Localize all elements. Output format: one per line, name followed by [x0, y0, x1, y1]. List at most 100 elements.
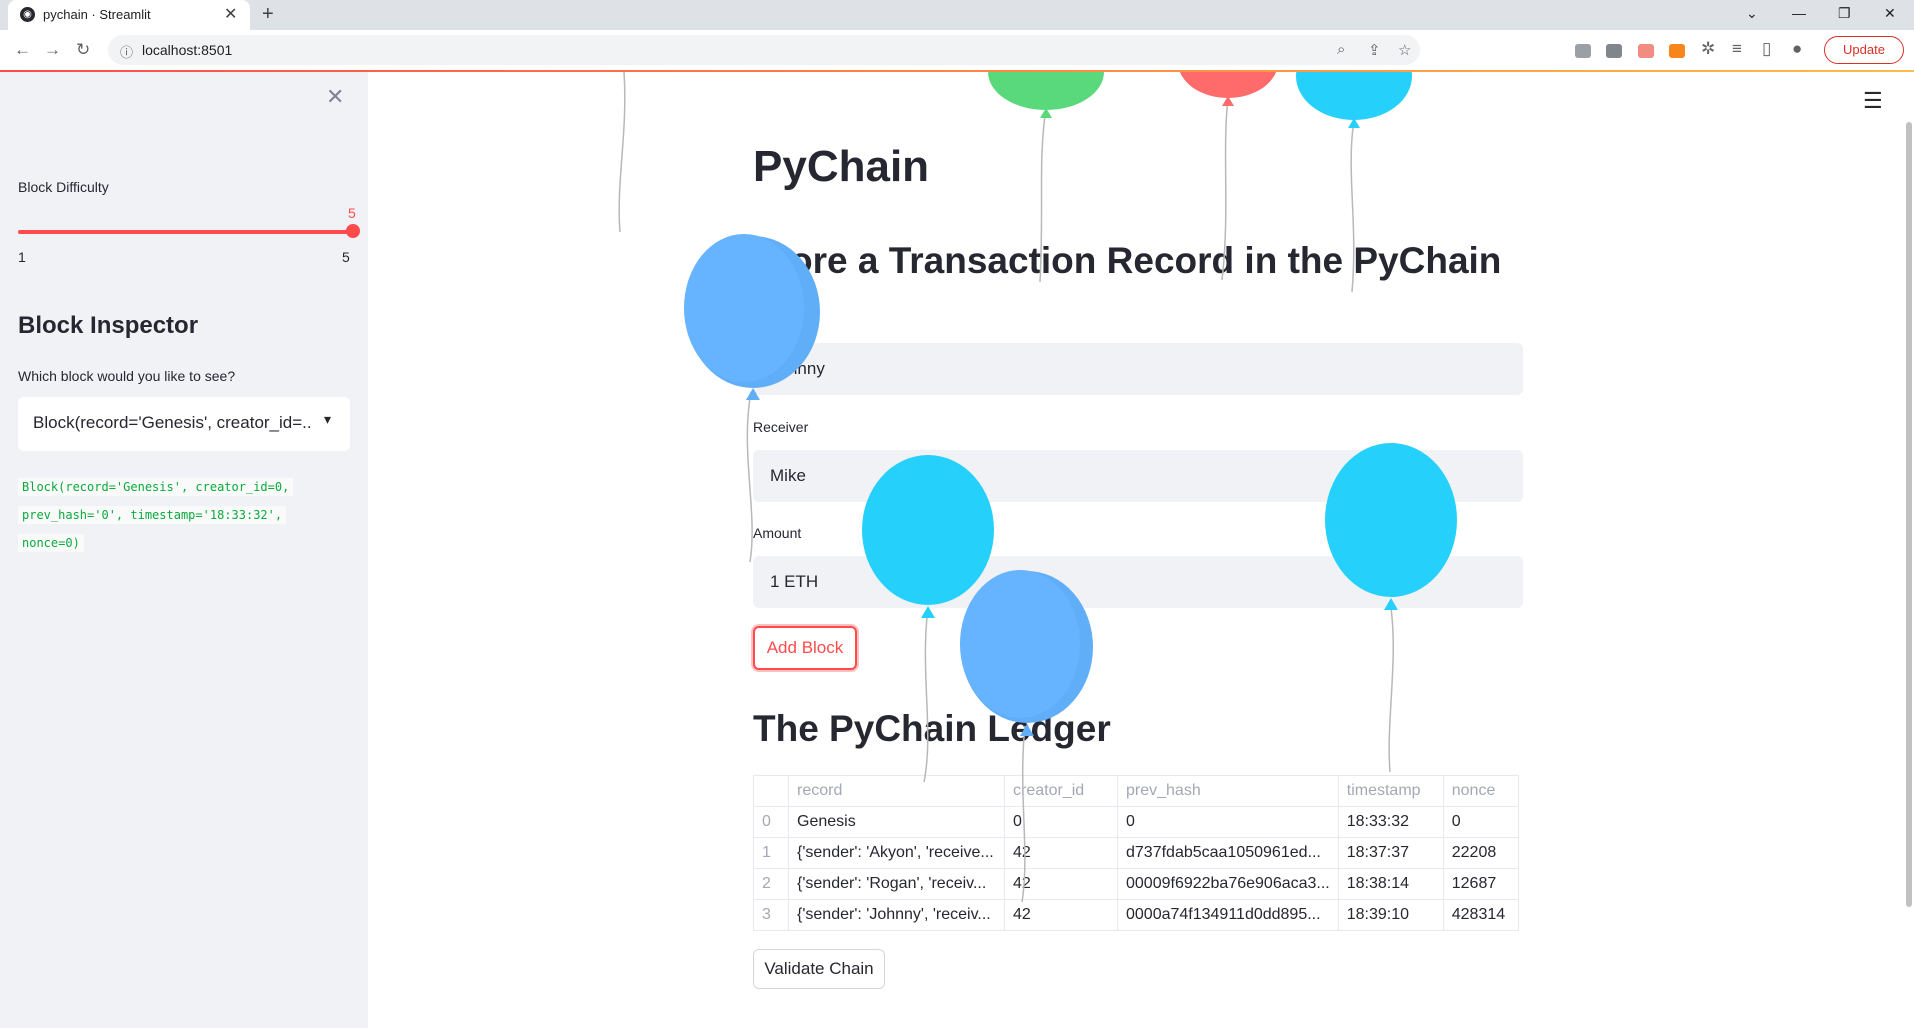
- sidebar: ✕ Block Difficulty 5 1 5 Block Inspector…: [0, 72, 368, 1028]
- cell-prev-hash[interactable]: 0: [1117, 806, 1339, 838]
- cell-timestamp[interactable]: 18:33:32: [1337, 806, 1444, 838]
- block-difficulty-label: Block Difficulty: [18, 179, 109, 195]
- table-row: 1 {'sender': 'Akyon', 'receive... 42 d73…: [753, 837, 1519, 869]
- browser-tab[interactable]: ◉ pychain · Streamlit ✕: [8, 0, 250, 30]
- receiver-value: Mike: [770, 466, 806, 485]
- column-header-creator-id[interactable]: creator_id: [1004, 775, 1118, 807]
- bookmark-star-icon[interactable]: ☆: [1398, 41, 1411, 59]
- slider-max-label: 5: [342, 249, 350, 265]
- receiver-label: Receiver: [753, 419, 809, 435]
- share-icon[interactable]: ⇪: [1368, 41, 1381, 59]
- table-row: 0 Genesis 0 0 18:33:32 0: [753, 806, 1519, 838]
- amount-value: 1 ETH: [770, 572, 819, 591]
- address-bar[interactable]: ⓘ localhost:8501 ⌕ ⇪ ☆: [108, 35, 1420, 65]
- tab-search-icon[interactable]: ⌄: [1746, 5, 1758, 22]
- transaction-subheading: Store a Transaction Record in the PyChai…: [753, 240, 1502, 281]
- cell-timestamp[interactable]: 18:38:14: [1337, 868, 1444, 900]
- add-block-button[interactable]: Add Block: [753, 626, 857, 670]
- extension-red-icon[interactable]: [1638, 44, 1654, 58]
- extension-icon[interactable]: [1575, 44, 1591, 58]
- balloon-blue-icon: [684, 234, 820, 563]
- difficulty-slider-thumb[interactable]: [346, 224, 360, 238]
- zoom-icon[interactable]: ⌕: [1337, 41, 1345, 58]
- profile-avatar[interactable]: ●: [1792, 39, 1802, 59]
- tab-title: pychain · Streamlit: [43, 7, 151, 22]
- minimize-icon[interactable]: —: [1792, 5, 1806, 21]
- scrollbar[interactable]: [1906, 122, 1912, 907]
- receiver-input[interactable]: Mike: [753, 450, 1523, 502]
- cell-nonce[interactable]: 12687: [1442, 868, 1519, 900]
- tab-close-icon[interactable]: ✕: [224, 4, 237, 24]
- ledger-heading: The PyChain Ledger: [753, 708, 1111, 749]
- validate-chain-button[interactable]: Validate Chain: [753, 949, 885, 989]
- column-header-index[interactable]: [753, 775, 789, 807]
- row-index: 1: [753, 837, 789, 869]
- chevron-down-icon: ▾: [324, 411, 332, 427]
- amount-label: Amount: [753, 525, 802, 541]
- cell-nonce[interactable]: 428314: [1442, 899, 1519, 931]
- back-icon[interactable]: ←: [14, 40, 31, 60]
- block-code-line: nonce=0): [18, 534, 84, 552]
- column-header-record[interactable]: record: [788, 775, 1005, 807]
- metamask-icon[interactable]: [1669, 44, 1685, 58]
- browser-toolbar: ← → ↻ ⓘ localhost:8501 ⌕ ⇪ ☆ ✲ ≡ ▯ ● Upd…: [0, 30, 1914, 70]
- site-info-icon[interactable]: ⓘ: [120, 42, 133, 61]
- sender-input[interactable]: Johnny: [753, 343, 1523, 395]
- main-content: ☰ PyChain Store a Transaction Record in …: [368, 72, 1914, 1028]
- slider-min-label: 1: [18, 249, 26, 265]
- amount-input[interactable]: 1 ETH: [753, 556, 1523, 608]
- sender-value: Johnny: [770, 359, 825, 378]
- cell-creator-id[interactable]: 42: [1004, 868, 1118, 900]
- row-index: 3: [753, 899, 789, 931]
- reload-icon[interactable]: ↻: [76, 40, 90, 60]
- block-select[interactable]: Block(record='Genesis', creator_id=... ▾: [18, 397, 350, 451]
- pdf-extension-icon[interactable]: [1606, 44, 1622, 58]
- new-tab-icon[interactable]: +: [262, 3, 274, 26]
- cell-record[interactable]: Genesis: [788, 806, 1005, 838]
- cell-prev-hash[interactable]: 0000a74f134911d0dd895...: [1117, 899, 1339, 931]
- balloon-string-decoration: [618, 72, 626, 233]
- column-header-nonce[interactable]: nonce: [1442, 775, 1519, 807]
- restore-icon[interactable]: ❐: [1838, 5, 1851, 22]
- block-code-line: prev_hash='0', timestamp='18:33:32',: [18, 506, 287, 524]
- browser-tabbar: ◉ pychain · Streamlit ✕ + ⌄ — ❐ ✕: [0, 0, 1914, 30]
- side-panel-icon[interactable]: ▯: [1762, 39, 1771, 59]
- table-header-row: record creator_id prev_hash timestamp no…: [753, 775, 1519, 807]
- ledger-table[interactable]: record creator_id prev_hash timestamp no…: [753, 775, 1519, 931]
- page-title: PyChain: [753, 142, 930, 191]
- column-header-prev-hash[interactable]: prev_hash: [1117, 775, 1339, 807]
- row-index: 0: [753, 806, 789, 838]
- row-index: 2: [753, 868, 789, 900]
- table-row: 3 {'sender': 'Johnny', 'receiv... 42 000…: [753, 899, 1519, 931]
- difficulty-slider-track[interactable]: [18, 230, 352, 234]
- cell-prev-hash[interactable]: d737fdab5caa1050961ed...: [1117, 837, 1339, 869]
- forward-icon[interactable]: →: [44, 40, 61, 60]
- reading-list-icon[interactable]: ≡: [1732, 39, 1742, 59]
- sidebar-close-icon[interactable]: ✕: [326, 84, 344, 110]
- cell-timestamp[interactable]: 18:37:37: [1337, 837, 1444, 869]
- cell-prev-hash[interactable]: 00009f6922ba76e906aca3...: [1117, 868, 1339, 900]
- hamburger-menu-icon[interactable]: ☰: [1863, 88, 1883, 114]
- window-close-icon[interactable]: ✕: [1884, 5, 1896, 22]
- update-button[interactable]: Update: [1824, 36, 1904, 64]
- cell-creator-id[interactable]: 0: [1004, 806, 1118, 838]
- cell-timestamp[interactable]: 18:39:10: [1337, 899, 1444, 931]
- slider-value: 5: [348, 205, 356, 221]
- block-select-value: Block(record='Genesis', creator_id=...: [33, 413, 313, 432]
- cell-nonce[interactable]: 22208: [1442, 837, 1519, 869]
- cell-record[interactable]: {'sender': 'Johnny', 'receiv...: [788, 899, 1005, 931]
- cell-creator-id[interactable]: 42: [1004, 899, 1118, 931]
- update-label: Update: [1843, 42, 1885, 57]
- cell-nonce[interactable]: 0: [1442, 806, 1519, 838]
- column-header-timestamp[interactable]: timestamp: [1337, 775, 1444, 807]
- streamlit-favicon-icon: ◉: [20, 7, 35, 22]
- block-select-label: Which block would you like to see?: [18, 368, 236, 384]
- cell-creator-id[interactable]: 42: [1004, 837, 1118, 869]
- block-code-line: Block(record='Genesis', creator_id=0,: [18, 478, 294, 496]
- block-inspector-heading: Block Inspector: [18, 312, 199, 339]
- table-row: 2 {'sender': 'Rogan', 'receiv... 42 0000…: [753, 868, 1519, 900]
- cell-record[interactable]: {'sender': 'Akyon', 'receive...: [788, 837, 1005, 869]
- extensions-puzzle-icon[interactable]: ✲: [1701, 39, 1715, 59]
- cell-record[interactable]: {'sender': 'Rogan', 'receiv...: [788, 868, 1005, 900]
- url-text: localhost:8501: [142, 42, 233, 58]
